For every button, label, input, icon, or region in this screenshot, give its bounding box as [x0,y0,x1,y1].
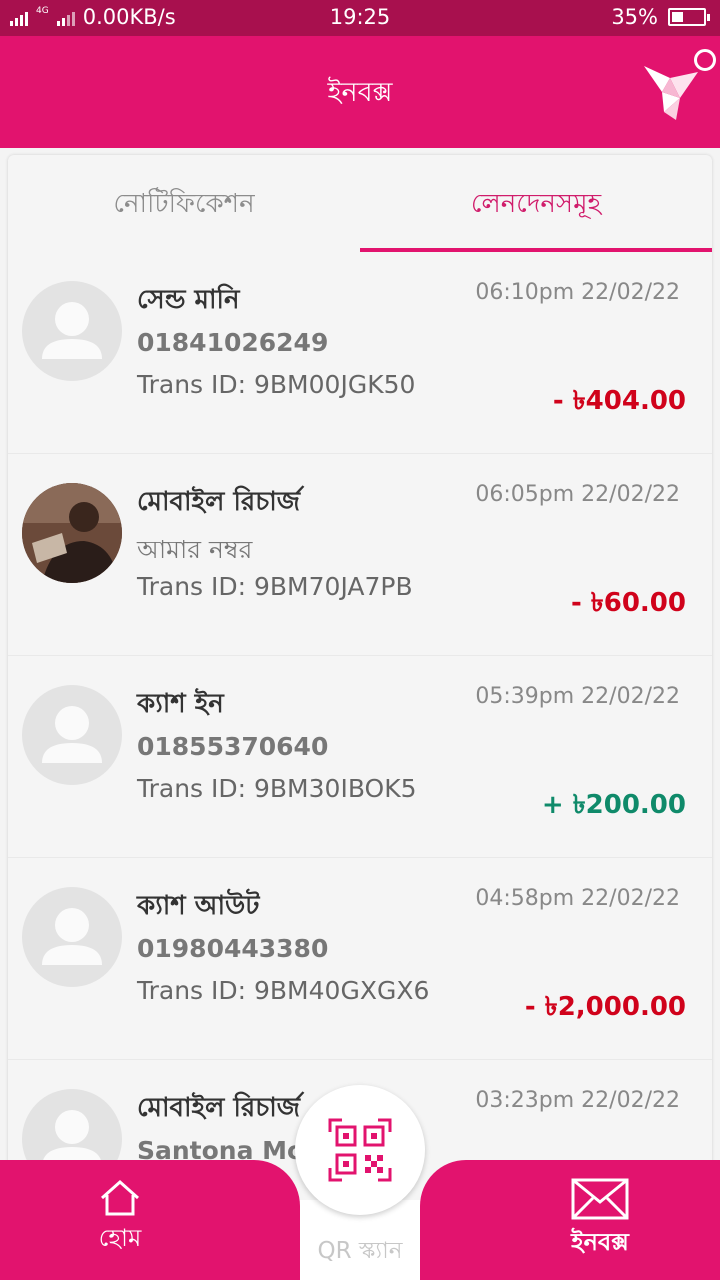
transaction-time: 03:23pm 22/02/22 [475,1088,680,1113]
page-title: ইনবক্স [327,77,393,108]
qr-code-icon [328,1118,392,1182]
nav-home-label: হোম [98,1224,142,1252]
transaction-title: সেন্ড মানি [137,285,240,315]
transaction-time: 06:05pm 22/02/22 [475,482,680,507]
transaction-row[interactable]: সেন্ড মানি 01841026249 Trans ID: 9BM00JG… [8,252,712,454]
transaction-amount: - ৳404.00 [552,386,686,416]
tab-transactions[interactable]: লেনদেনসমূহ [360,155,712,252]
inbox-screen: 4G 0.00KB/s 19:25 35% ইনবক্স নোটিফিকেশন … [0,0,720,1280]
transaction-time: 06:10pm 22/02/22 [475,280,680,305]
transaction-id: Trans ID: 9BM40GXGX6 [137,976,430,1005]
home-icon [101,1179,139,1216]
transaction-id: Trans ID: 9BM00JGK50 [137,370,416,399]
nav-inbox-label: ইনবক্স [571,1228,629,1256]
user-photo-avatar [22,483,122,583]
status-bar: 4G 0.00KB/s 19:25 35% [0,0,720,36]
transaction-row[interactable]: ক্যাশ আউট 01980443380 Trans ID: 9BM40GXG… [8,858,712,1060]
tab-notifications-label: নোটিফিকেশন [113,189,255,219]
transaction-subtitle: 01855370640 [137,732,329,761]
transaction-id: Trans ID: 9BM70JA7PB [137,572,413,601]
transaction-time: 05:39pm 22/02/22 [475,684,680,709]
transaction-amount: - ৳2,000.00 [524,992,686,1022]
person-placeholder-icon [22,887,122,987]
transaction-amount: + ৳200.00 [541,790,686,820]
battery-icon [668,8,710,26]
transaction-row[interactable]: মোবাইল রিচার্জ আমার নম্বর Trans ID: 9BM7… [8,454,712,656]
transaction-subtitle: 01980443380 [137,934,329,963]
nav-home-button[interactable]: হোম [60,1178,180,1260]
transaction-title: ক্যাশ আউট [137,891,260,921]
bkash-bird-logo-icon[interactable] [640,58,704,122]
person-placeholder-icon [22,685,122,785]
transaction-row[interactable]: ক্যাশ ইন 01855370640 Trans ID: 9BM30IBOK… [8,656,712,858]
nav-inbox-button[interactable]: ইনবক্স [540,1178,660,1264]
nav-qr-label[interactable]: QR স্ক্যান [290,1232,430,1271]
transaction-amount: - ৳60.00 [570,588,686,618]
tab-bar: নোটিফিকেশন লেনদেনসমূহ [8,155,712,252]
notification-dot-icon [694,49,716,71]
transaction-title: মোবাইল রিচার্জ [137,487,301,517]
person-placeholder-icon [22,281,122,381]
transaction-id: Trans ID: 9BM30IBOK5 [137,774,417,803]
tab-transactions-label: লেনদেনসমূহ [470,189,602,219]
envelope-icon [571,1178,629,1220]
transaction-time: 04:58pm 22/02/22 [475,886,680,911]
transaction-subtitle: আমার নম্বর [137,535,253,564]
transaction-title: মোবাইল রিচার্জ [137,1093,301,1123]
tab-notifications[interactable]: নোটিফিকেশন [8,155,360,252]
transaction-subtitle: 01841026249 [137,328,329,357]
battery-percent: 35% [611,5,658,29]
qr-scan-button[interactable] [295,1085,425,1215]
transaction-title: ক্যাশ ইন [137,689,224,719]
app-bar: ইনবক্স [0,36,720,148]
